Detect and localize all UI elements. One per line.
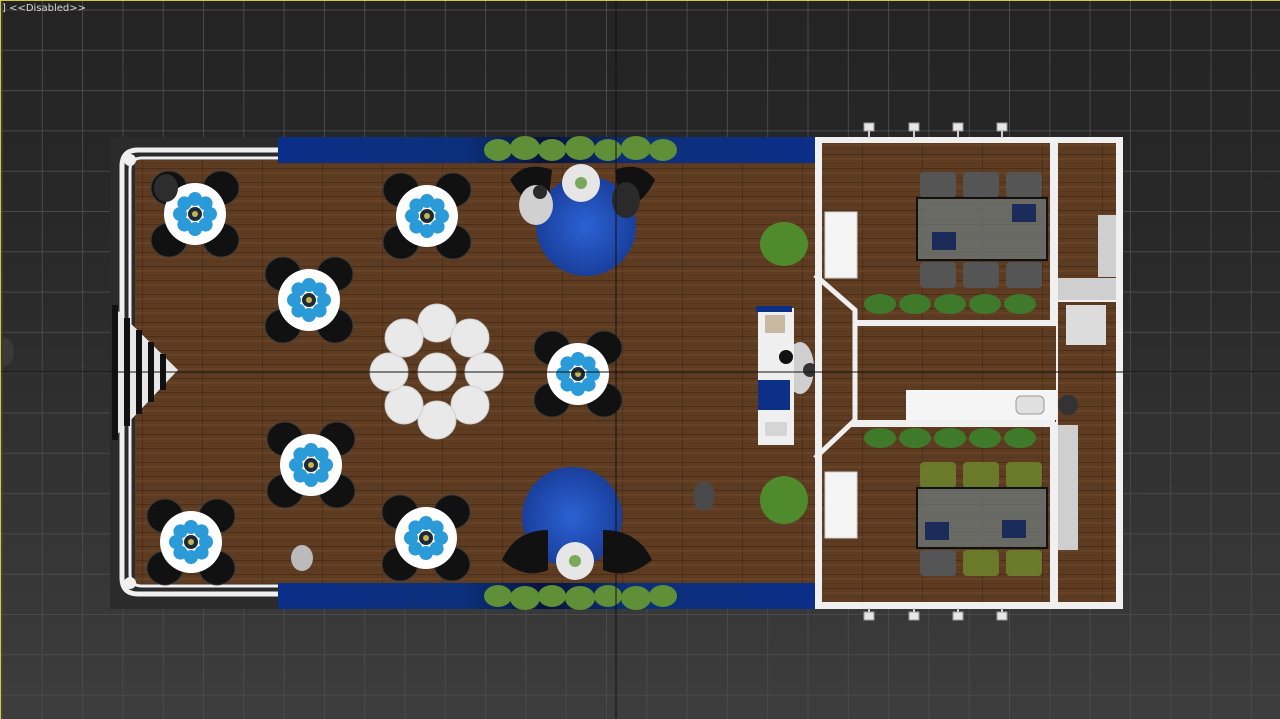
meeting-table-bottom — [916, 462, 1048, 576]
viewport-label[interactable]: ] <<Disabled>> — [2, 3, 86, 14]
spotlight — [952, 122, 964, 132]
active-viewport-border — [0, 0, 1280, 1]
rail-end-top — [124, 154, 136, 166]
reception-counter — [756, 306, 794, 445]
lounge-table — [381, 494, 471, 582]
spotlight — [996, 122, 1008, 132]
rail-end-bottom — [124, 577, 136, 589]
spotlight — [908, 122, 920, 132]
meeting-table-top — [916, 172, 1048, 288]
lounge-table — [382, 172, 472, 260]
spotlight — [863, 611, 875, 621]
active-viewport-border-left — [0, 0, 1, 719]
lounge-table — [266, 421, 356, 509]
spotlight — [996, 611, 1008, 621]
spotlight — [952, 611, 964, 621]
viewport[interactable]: ] <<Disabled>> — [0, 0, 1280, 719]
lounge-table — [533, 330, 623, 418]
lounge-table — [264, 256, 354, 344]
spotlight — [908, 611, 920, 621]
lounge-table — [146, 498, 236, 586]
spotlight — [863, 122, 875, 132]
booth-floor-plan[interactable] — [0, 0, 1280, 719]
